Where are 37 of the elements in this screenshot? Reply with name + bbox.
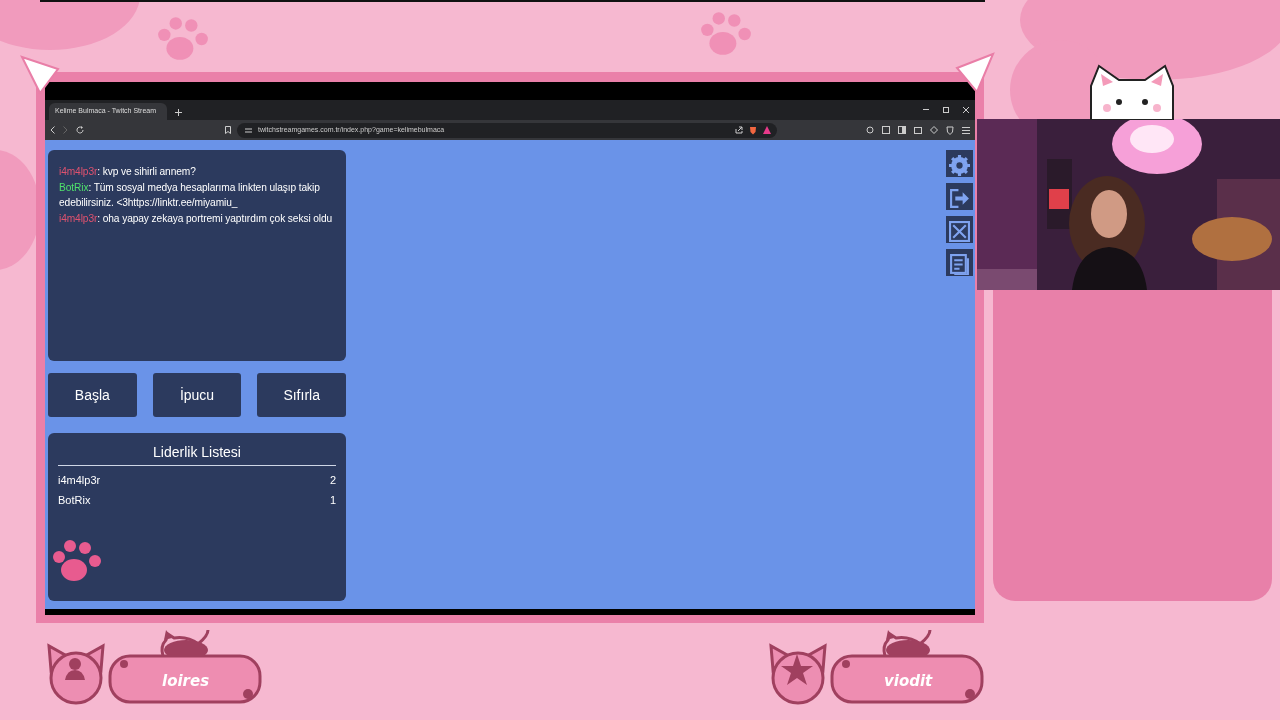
leaderboard-title: Liderlik Listesi [58, 442, 336, 466]
game-button[interactable]: Başla [48, 373, 137, 417]
shield-icon[interactable] [946, 125, 954, 135]
settings-icon[interactable] [946, 150, 973, 177]
bookmark-icon[interactable] [225, 126, 231, 134]
notes-icon[interactable] [946, 249, 973, 276]
maximize-icon[interactable] [943, 107, 949, 113]
player-score: 1 [329, 492, 336, 508]
player-score: 2 [329, 473, 336, 488]
avatar-drawing [767, 640, 829, 706]
back-icon[interactable] [50, 126, 55, 134]
chat-message: BotRix: Tüm sosyal medya hesaplarıma linkten ulaşıp takip edebilirsiniz. <3https://linktr.ee/miyamiu_ [59, 180, 321, 210]
reload-icon[interactable] [76, 126, 84, 134]
fullscreen-icon[interactable] [946, 216, 973, 243]
site-settings-icon[interactable] [245, 126, 252, 134]
player-name: i4m4lp3r [58, 473, 101, 488]
share-icon[interactable] [735, 126, 743, 134]
avatar-drawing [45, 640, 107, 706]
overlay-username: loires [162, 671, 210, 692]
game-button[interactable]: Sıfırla [257, 373, 346, 417]
new-tab-icon[interactable] [175, 109, 182, 116]
exit-icon[interactable] [946, 183, 973, 210]
paw-icon [50, 539, 104, 583]
triangle-icon[interactable] [763, 126, 771, 134]
shield-icon[interactable] [749, 125, 757, 135]
diamond-icon[interactable] [930, 126, 938, 134]
player-name: BotRix [58, 492, 91, 508]
game-button[interactable]: İpucu [152, 373, 242, 417]
close-icon[interactable] [963, 107, 969, 113]
menu-icon[interactable] [962, 126, 970, 134]
chat-message: i4m4lp3r: oha yapay zekaya portremi yaptırdım çok seksi oldu [59, 211, 334, 226]
sidebar-icon[interactable] [898, 126, 906, 134]
minimize-icon[interactable] [923, 109, 929, 111]
paw-icon [155, 15, 211, 63]
overlay-username: viodit [884, 671, 933, 692]
chat-message: i4m4lp3r: kvp ve sihirli annem? [59, 165, 197, 179]
paw-icon [698, 10, 754, 58]
